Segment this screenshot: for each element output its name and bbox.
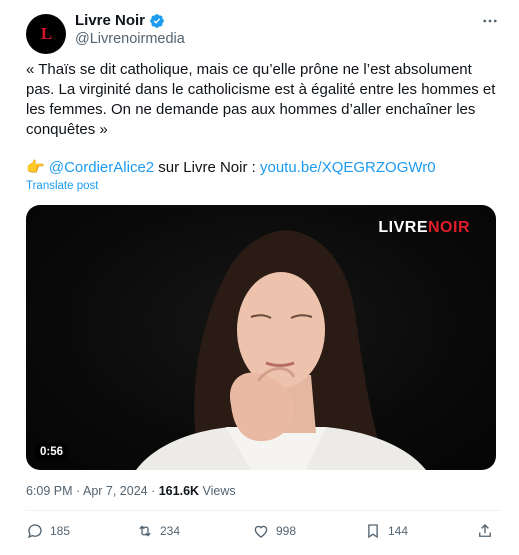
meta-separator: · [147, 484, 159, 498]
more-options-button[interactable] [476, 10, 504, 32]
like-button[interactable]: 998 [252, 522, 296, 540]
display-name[interactable]: Livre Noir [75, 12, 145, 29]
tweet-link-line: 👉 @CordierAlice2 sur Livre Noir : youtu.… [26, 158, 436, 178]
tweet-text: « Thaïs se dit catholique, mais ce qu’el… [26, 61, 500, 138]
tweet-meta: 6:09 PM · Apr 7, 2024 · 161.6K Views [26, 484, 236, 498]
repost-icon [139, 525, 151, 537]
reply-button[interactable]: 185 [26, 522, 70, 540]
tweet-card: L Livre Noir @Livrenoirmedia « Thaïs se … [0, 0, 519, 555]
meta-separator: · [72, 484, 83, 498]
youtube-link[interactable]: youtu.be/XQEGRZOGWr0 [260, 159, 436, 176]
post-date[interactable]: Apr 7, 2024 [83, 484, 148, 498]
share-button[interactable] [476, 522, 494, 540]
video-player[interactable]: LIVRENOIR 0:56 [26, 205, 496, 470]
share-icon [479, 524, 491, 537]
pointing-hand-emoji: 👉 [26, 159, 45, 176]
action-bar: 185 234 998 144 [26, 522, 500, 546]
like-count: 998 [276, 524, 297, 538]
heart-icon [254, 525, 268, 538]
author-handle[interactable]: @Livrenoirmedia [75, 31, 185, 47]
video-duration-badge: 0:56 [35, 443, 69, 461]
more-dots-icon [483, 19, 497, 23]
verified-badge-icon [150, 13, 164, 28]
avatar-logo: L [40, 24, 52, 43]
reply-count: 185 [50, 524, 71, 538]
divider [26, 510, 501, 511]
bookmark-icon [368, 524, 378, 539]
post-time[interactable]: 6:09 PM [26, 484, 73, 498]
reply-icon [27, 524, 42, 539]
bookmark-button[interactable]: 144 [364, 522, 408, 540]
translate-post-link[interactable]: Translate post [26, 180, 98, 192]
views-label: Views [202, 484, 236, 498]
livre-noir-watermark: LIVRENOIR [378, 219, 470, 236]
author-name-row: Livre Noir [75, 12, 165, 29]
bookmark-count: 144 [388, 524, 409, 538]
repost-count: 234 [160, 524, 181, 538]
views-count: 161.6K [158, 484, 200, 498]
link-prefix-text: sur Livre Noir : [154, 159, 260, 176]
repost-button[interactable]: 234 [136, 522, 180, 540]
mention-link[interactable]: @CordierAlice2 [49, 159, 154, 176]
video-frame-illustration [136, 230, 426, 470]
avatar[interactable]: L [26, 14, 66, 54]
